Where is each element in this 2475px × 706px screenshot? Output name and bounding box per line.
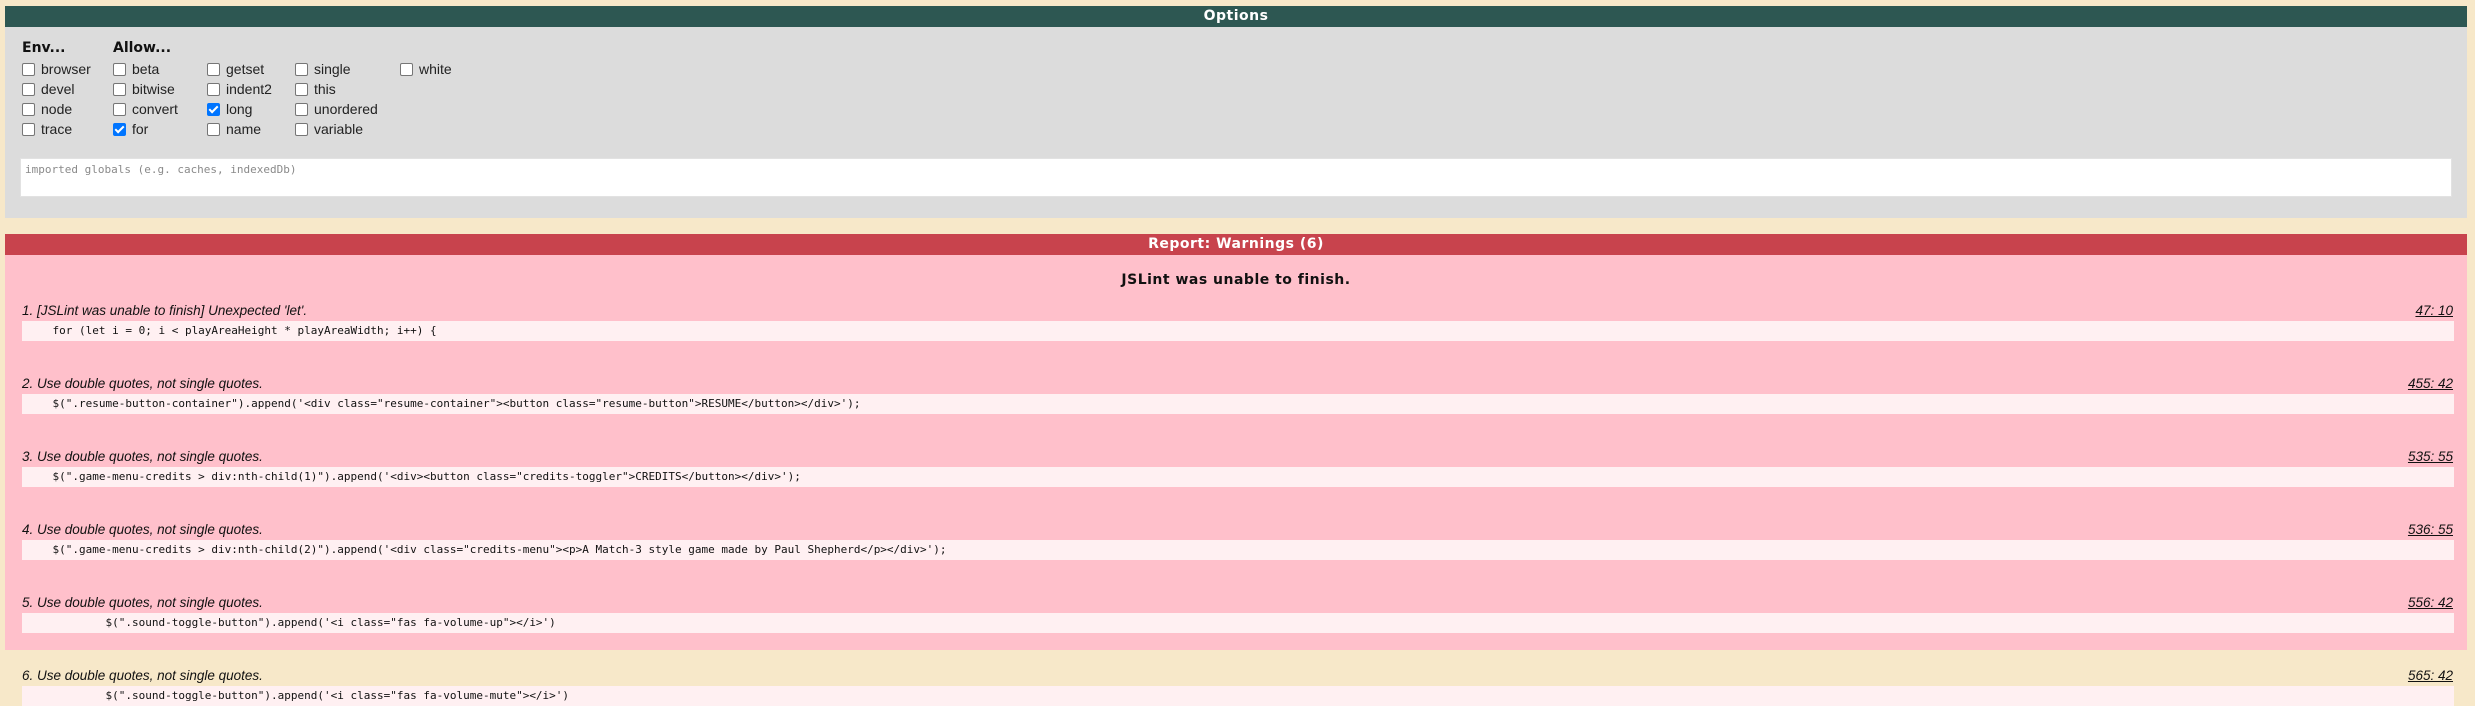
option-browser[interactable]: browser	[22, 59, 91, 79]
option-getset-checkbox[interactable]	[207, 62, 220, 76]
warning-code: $(".resume-button-container").append('<d…	[22, 394, 2454, 414]
warning-code: $(".game-menu-credits > div:nth-child(2)…	[22, 540, 2454, 560]
option-for-checkbox[interactable]	[113, 122, 126, 136]
option-trace[interactable]: trace	[22, 119, 91, 139]
option-label: devel	[41, 81, 75, 97]
option-white-checkbox[interactable]	[400, 62, 413, 76]
warning-location-link[interactable]: 455: 42	[2408, 376, 2453, 392]
option-label: node	[41, 101, 73, 117]
warning-code: $(".sound-toggle-button").append('<i cla…	[22, 686, 2454, 706]
option-unordered[interactable]: unordered	[295, 99, 378, 119]
option-convert[interactable]: convert	[113, 99, 178, 119]
warning-location-link[interactable]: 535: 55	[2408, 449, 2453, 465]
warning-code: for (let i = 0; i < playAreaHeight * pla…	[22, 321, 2454, 341]
option-label: trace	[41, 121, 73, 137]
warning-message: 5. Use double quotes, not single quotes.	[22, 595, 263, 610]
option-beta-checkbox[interactable]	[113, 62, 126, 76]
allow-column-3: single this unordered variable	[295, 59, 378, 139]
option-variable[interactable]: variable	[295, 119, 378, 139]
option-node[interactable]: node	[22, 99, 91, 119]
option-single[interactable]: single	[295, 59, 378, 79]
option-bitwise-checkbox[interactable]	[113, 82, 126, 96]
option-label: convert	[132, 101, 178, 117]
env-heading: Env...	[22, 40, 66, 56]
option-for[interactable]: for	[113, 119, 178, 139]
option-long[interactable]: long	[207, 99, 272, 119]
option-trace-checkbox[interactable]	[22, 122, 35, 136]
warning-header: 3. Use double quotes, not single quotes.…	[5, 449, 2467, 465]
option-label: long	[226, 101, 253, 117]
option-variable-checkbox[interactable]	[295, 122, 308, 136]
warning-header: 1. [JSLint was unable to finish] Unexpec…	[5, 303, 2467, 319]
option-this-checkbox[interactable]	[295, 82, 308, 96]
options-grid: Env... browser devel node trace Allow... be…	[5, 27, 2467, 147]
globals-input[interactable]: imported globals (e.g. caches, indexedDb…	[20, 158, 2452, 197]
report-panel: Report: Warnings (6) JSLint was unable t…	[5, 234, 2467, 706]
option-indent2[interactable]: indent2	[207, 79, 272, 99]
report-title: Report: Warnings (6)	[5, 234, 2467, 255]
option-label: white	[419, 61, 452, 77]
option-label: single	[314, 61, 351, 77]
globals-placeholder: imported globals (e.g. caches, indexedDb…	[25, 163, 297, 176]
option-label: this	[314, 81, 336, 97]
warning-item: 1. [JSLint was unable to finish] Unexpec…	[5, 303, 2467, 341]
warning-header: 4. Use double quotes, not single quotes.…	[5, 522, 2467, 538]
option-devel-checkbox[interactable]	[22, 82, 35, 96]
warning-item: 4. Use double quotes, not single quotes.…	[5, 522, 2467, 560]
warning-header: 2. Use double quotes, not single quotes.…	[5, 376, 2467, 392]
option-unordered-checkbox[interactable]	[295, 102, 308, 116]
allow-heading: Allow...	[113, 40, 172, 56]
option-label: name	[226, 121, 262, 137]
allow-column-1: Allow... beta bitwise convert for	[113, 39, 178, 139]
option-indent2-checkbox[interactable]	[207, 82, 220, 96]
option-bitwise[interactable]: bitwise	[113, 79, 178, 99]
warning-item: 6. Use double quotes, not single quotes.…	[5, 668, 2467, 706]
warning-item: 5. Use double quotes, not single quotes.…	[5, 595, 2467, 633]
warning-location-link[interactable]: 536: 55	[2408, 522, 2453, 538]
allow-column-4: white	[400, 59, 452, 79]
option-single-checkbox[interactable]	[295, 62, 308, 76]
option-label: browser	[41, 61, 91, 77]
option-name-checkbox[interactable]	[207, 122, 220, 136]
allow-column-2: getset indent2 long name	[207, 59, 272, 139]
warning-message: 6. Use double quotes, not single quotes.	[22, 668, 263, 683]
report-heading: JSLint was unable to finish.	[1121, 272, 1351, 288]
option-white[interactable]: white	[400, 59, 452, 79]
option-label: getset	[226, 61, 265, 77]
warning-header: 5. Use double quotes, not single quotes.…	[5, 595, 2467, 611]
warning-message: 2. Use double quotes, not single quotes.	[22, 376, 263, 391]
warning-message: 1. [JSLint was unable to finish] Unexpec…	[22, 303, 308, 318]
option-label: for	[132, 121, 149, 137]
option-label: beta	[132, 61, 160, 77]
warning-header: 6. Use double quotes, not single quotes.…	[5, 668, 2467, 684]
option-devel[interactable]: devel	[22, 79, 91, 99]
option-browser-checkbox[interactable]	[22, 62, 35, 76]
option-name[interactable]: name	[207, 119, 272, 139]
warning-location-link[interactable]: 47: 10	[2415, 303, 2453, 319]
option-label: indent2	[226, 81, 272, 97]
options-title: Options	[5, 6, 2467, 27]
option-node-checkbox[interactable]	[22, 102, 35, 116]
warning-code: $(".sound-toggle-button").append('<i cla…	[22, 613, 2454, 633]
warning-message: 4. Use double quotes, not single quotes.	[22, 522, 263, 537]
warning-item: 3. Use double quotes, not single quotes.…	[5, 449, 2467, 487]
env-column: Env... browser devel node trace	[22, 39, 91, 139]
warning-code: $(".game-menu-credits > div:nth-child(1)…	[22, 467, 2454, 487]
option-long-checkbox[interactable]	[207, 102, 220, 116]
option-label: bitwise	[132, 81, 175, 97]
option-convert-checkbox[interactable]	[113, 102, 126, 116]
warning-message: 3. Use double quotes, not single quotes.	[22, 449, 263, 464]
option-label: variable	[314, 121, 364, 137]
option-this[interactable]: this	[295, 79, 378, 99]
option-beta[interactable]: beta	[113, 59, 178, 79]
option-label: unordered	[314, 101, 378, 117]
options-panel: Options Env... browser devel node trace All…	[5, 6, 2467, 218]
warning-item: 2. Use double quotes, not single quotes.…	[5, 376, 2467, 414]
warning-location-link[interactable]: 565: 42	[2408, 668, 2453, 684]
warning-location-link[interactable]: 556: 42	[2408, 595, 2453, 611]
option-getset[interactable]: getset	[207, 59, 272, 79]
